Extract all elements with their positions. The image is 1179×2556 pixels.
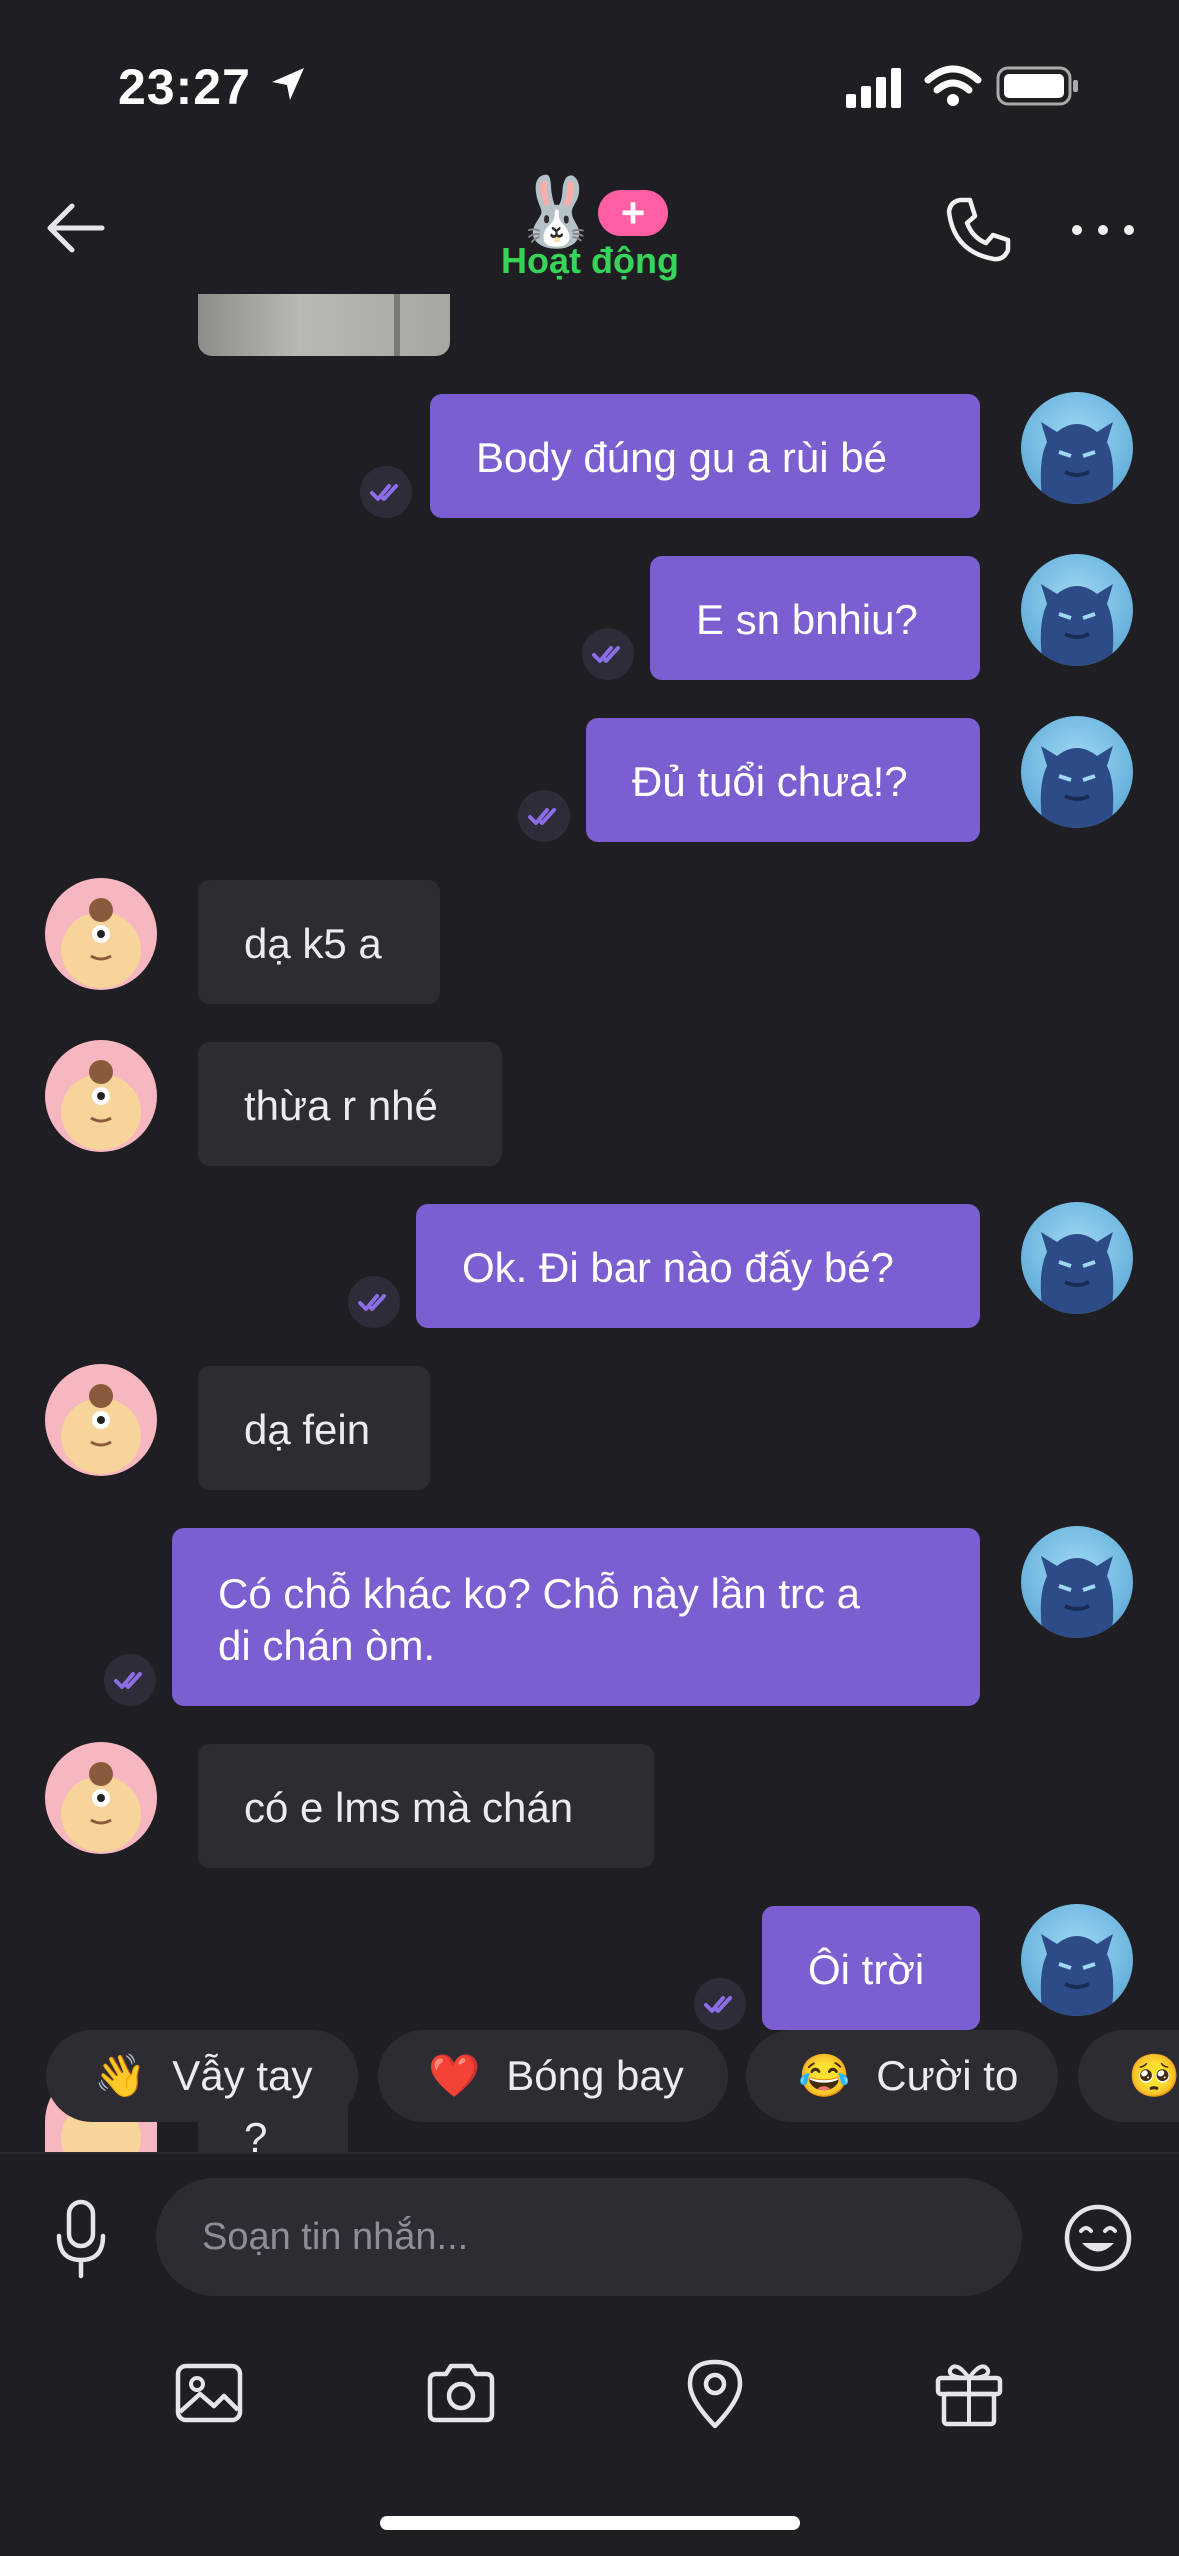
wifi-icon — [924, 65, 982, 106]
back-arrow-icon[interactable] — [44, 196, 108, 260]
quick-reaction-balloon[interactable]: ❤️ Bóng bay — [378, 2030, 728, 2122]
composer-divider — [0, 2152, 1179, 2154]
wave-emoji-icon: 👋 — [94, 2052, 147, 2099]
contact-avatar[interactable] — [45, 1364, 157, 1476]
quick-reaction-label: Cười to — [876, 2052, 1019, 2099]
message-bubble-incoming[interactable]: dạ fein — [198, 1366, 430, 1490]
message-bubble-incoming[interactable]: có e lms mà chán — [198, 1744, 654, 1868]
cellular-signal-icon — [846, 68, 901, 108]
laugh-emoji-icon: 😂 — [798, 2052, 851, 2099]
quick-reaction-pleading[interactable]: 🥺 — [1078, 2030, 1179, 2122]
phone-icon[interactable] — [942, 194, 1014, 266]
quick-reaction-laugh[interactable]: 😂 Cười to — [746, 2030, 1058, 2122]
message-bubble-outgoing[interactable]: Body đúng gu a rùi bé — [430, 394, 980, 518]
battery-icon — [996, 66, 1078, 106]
read-receipt-icon — [348, 1276, 400, 1328]
quick-reaction-wave[interactable]: 👋 Vẫy tay — [46, 2030, 358, 2122]
contact-avatar-emoji[interactable]: 🐰 — [514, 176, 599, 248]
my-avatar[interactable] — [1021, 1904, 1133, 2016]
message-input[interactable]: Soạn tin nhắn... — [156, 2178, 1022, 2296]
camera-icon[interactable] — [424, 2356, 498, 2430]
my-avatar[interactable] — [1021, 554, 1133, 666]
quick-reaction-label: Bóng bay — [506, 2052, 684, 2099]
read-receipt-icon — [518, 790, 570, 842]
location-icon[interactable] — [678, 2356, 752, 2430]
quick-reaction-label: Vẫy tay — [172, 2052, 313, 2099]
location-arrow-icon — [272, 68, 304, 100]
my-avatar[interactable] — [1021, 716, 1133, 828]
message-bubble-incoming[interactable]: dạ k5 a — [198, 880, 440, 1004]
read-receipt-icon — [360, 466, 412, 518]
read-receipt-icon — [582, 628, 634, 680]
read-receipt-icon — [104, 1654, 156, 1706]
image-icon[interactable] — [172, 2356, 246, 2430]
my-avatar[interactable] — [1021, 392, 1133, 504]
read-receipt-icon — [694, 1978, 746, 2030]
online-status: Hoạt động — [501, 240, 679, 281]
image-message-thumbnail[interactable] — [198, 294, 450, 356]
my-avatar[interactable] — [1021, 1202, 1133, 1314]
message-bubble-outgoing[interactable]: Có chỗ khác ko? Chỗ này lần trc a di chán… — [172, 1528, 980, 1706]
add-badge[interactable]: + — [598, 190, 668, 236]
message-bubble-outgoing[interactable]: Ok. Đi bar nào đấy bé? — [416, 1204, 980, 1328]
microphone-icon[interactable] — [52, 2198, 110, 2280]
emoji-icon[interactable] — [1062, 2202, 1134, 2274]
message-bubble-outgoing[interactable]: Ôi trời — [762, 1906, 980, 2030]
contact-avatar[interactable] — [45, 878, 157, 990]
pleading-emoji-icon: 🥺 — [1128, 2052, 1179, 2099]
my-avatar[interactable] — [1021, 1526, 1133, 1638]
message-bubble-incoming[interactable]: thừa r nhé — [198, 1042, 502, 1166]
message-bubble-outgoing[interactable]: Đủ tuổi chưa!? — [586, 718, 980, 842]
more-icon[interactable] — [1068, 210, 1138, 250]
heart-emoji-icon: ❤️ — [428, 2052, 481, 2099]
home-indicator[interactable] — [380, 2516, 800, 2530]
contact-avatar[interactable] — [45, 1742, 157, 1854]
contact-avatar[interactable] — [45, 1040, 157, 1152]
status-time: 23:27 — [118, 59, 251, 115]
message-bubble-outgoing[interactable]: E sn bnhiu? — [650, 556, 980, 680]
gift-icon[interactable] — [932, 2356, 1006, 2430]
